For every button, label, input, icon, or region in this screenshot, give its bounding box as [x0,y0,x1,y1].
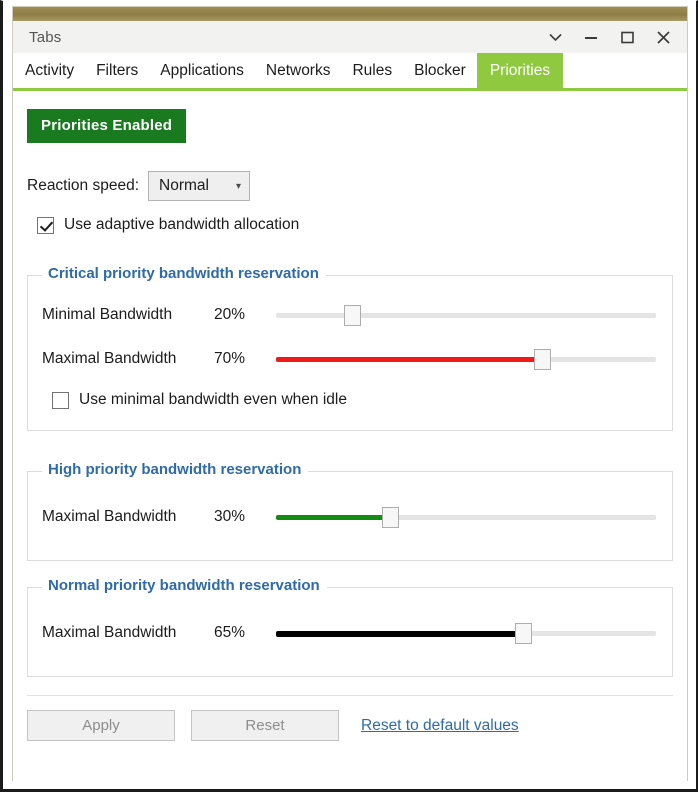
slider-label-high-maximal: Maximal Bandwidth [42,508,214,526]
tab-filters[interactable]: Filters [85,53,149,89]
tab-underline [13,88,687,91]
priorities-enabled-button[interactable]: Priorities Enabled [27,109,186,143]
adaptive-bandwidth-checkbox[interactable] [37,217,54,234]
slider-value-critical-maximal: 70% [214,350,276,368]
adaptive-bandwidth-checkbox-row[interactable]: Use adaptive bandwidth allocation [37,216,299,234]
reaction-speed-select[interactable]: Normal ▾ [148,171,250,201]
slider-row-normal-maximal: Maximal Bandwidth 65% [42,620,658,646]
slider-fill [276,631,523,637]
tab-rules[interactable]: Rules [341,53,403,89]
tab-label: Networks [266,62,331,80]
slider-normal-maximal[interactable] [276,621,656,645]
window-title: Tabs [29,29,62,46]
slider-thumb[interactable] [344,305,361,326]
reaction-speed-label: Reaction speed: [27,177,139,195]
slider-thumb[interactable] [515,623,532,644]
slider-thumb[interactable] [534,349,551,370]
group-normal-priority: Normal priority bandwidth reservation Ma… [27,587,673,677]
tab-networks[interactable]: Networks [255,53,342,89]
minimize-icon[interactable] [573,23,609,51]
slider-critical-maximal[interactable] [276,347,656,371]
tab-bar: Activity Filters Applications Networks Rules… [13,53,687,89]
group-critical-legend: Critical priority bandwidth reservation [42,265,326,282]
apply-button[interactable]: Apply [27,710,175,741]
slider-row-critical-minimal: Minimal Bandwidth 20% [42,302,658,328]
slider-high-maximal[interactable] [276,505,656,529]
tab-label: Applications [160,62,244,80]
window-controls [537,23,687,51]
tab-priorities[interactable]: Priorities [477,53,563,89]
reaction-speed-row: Reaction speed: Normal ▾ [27,171,250,201]
window-accent-bar [13,7,687,21]
chevron-down-icon: ▾ [236,181,241,192]
slider-fill [276,357,542,362]
reset-to-defaults-link[interactable]: Reset to default values [361,717,519,735]
tab-label: Activity [25,62,74,80]
slider-value-normal-maximal: 65% [214,624,276,642]
slider-thumb[interactable] [382,507,399,528]
priorities-panel: Priorities Enabled Reaction speed: Norma… [13,91,687,783]
group-high-legend: High priority bandwidth reservation [42,461,308,478]
reset-button[interactable]: Reset [191,710,339,741]
slider-label-critical-maximal: Maximal Bandwidth [42,350,214,368]
idle-bandwidth-label: Use minimal bandwidth even when idle [79,391,347,409]
tab-label: Blocker [414,62,466,80]
maximize-icon[interactable] [609,23,645,51]
slider-value-high-maximal: 30% [214,508,276,526]
footer-actions: Apply Reset Reset to default values [27,695,673,741]
tab-activity[interactable]: Activity [13,53,85,89]
slider-row-high-maximal: Maximal Bandwidth 30% [42,504,658,530]
close-icon[interactable] [645,23,681,51]
slider-row-critical-maximal: Maximal Bandwidth 70% [42,346,658,372]
tab-label: Priorities [490,62,550,80]
application-window: Tabs Activity Filters Applications Networks… [0,0,698,792]
tab-label: Rules [352,62,392,80]
group-high-priority: High priority bandwidth reservation Maxi… [27,471,673,561]
group-normal-legend: Normal priority bandwidth reservation [42,577,327,594]
slider-label-critical-minimal: Minimal Bandwidth [42,306,214,324]
slider-label-normal-maximal: Maximal Bandwidth [42,624,214,642]
tab-blocker[interactable]: Blocker [403,53,477,89]
reaction-speed-value: Normal [159,177,209,195]
slider-value-critical-minimal: 20% [214,306,276,324]
tab-label: Filters [96,62,138,80]
title-bar: Tabs [13,21,687,53]
slider-critical-minimal[interactable] [276,303,656,327]
slider-fill [276,515,390,520]
idle-bandwidth-checkbox[interactable] [52,392,69,409]
group-critical-priority: Critical priority bandwidth reservation … [27,275,673,431]
adaptive-bandwidth-label: Use adaptive bandwidth allocation [64,216,299,234]
idle-bandwidth-checkbox-row[interactable]: Use minimal bandwidth even when idle [52,391,347,409]
dropdown-icon[interactable] [537,23,573,51]
slider-track [276,313,656,318]
tab-applications[interactable]: Applications [149,53,255,89]
